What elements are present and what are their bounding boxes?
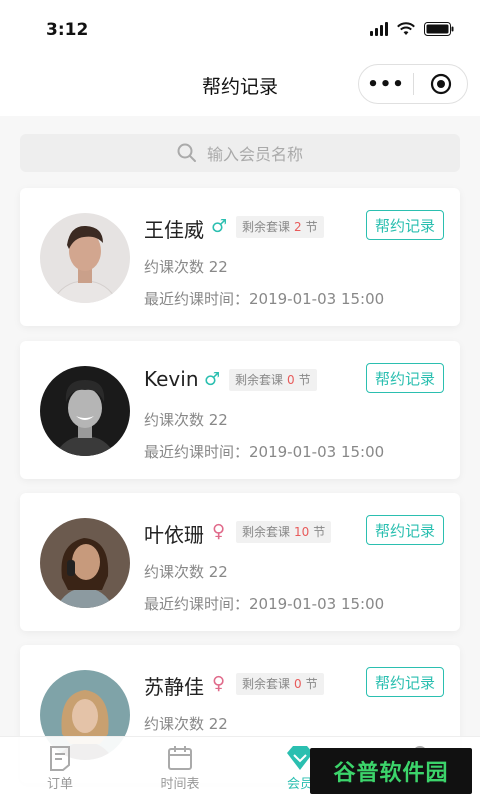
remaining-classes-badge: 剩余套课 0 节 xyxy=(229,369,317,391)
remaining-count: 0 xyxy=(294,677,302,691)
remaining-classes-badge: 剩余套课 2 节 xyxy=(236,216,324,238)
close-button[interactable] xyxy=(414,73,467,95)
order-icon xyxy=(50,746,70,771)
nav-bar: 帮约记录 ••• xyxy=(0,58,480,116)
remaining-classes-badge: 剩余套课 0 节 xyxy=(236,673,324,695)
booking-record-button[interactable]: 帮约记录 xyxy=(366,667,444,697)
more-button[interactable]: ••• xyxy=(359,74,413,95)
remaining-count: 2 xyxy=(294,220,302,234)
remaining-label: 剩余套课 xyxy=(242,220,291,234)
status-bar: 3:12 xyxy=(0,0,480,58)
member-name: 王佳威 xyxy=(144,218,204,242)
calendar-icon xyxy=(168,746,192,770)
remaining-unit: 节 xyxy=(305,220,318,234)
female-icon: ♀ xyxy=(212,673,226,694)
remaining-unit: 节 xyxy=(305,677,318,691)
battery-icon xyxy=(424,22,454,36)
member-name: 叶依珊 xyxy=(144,523,204,547)
remaining-count: 10 xyxy=(294,525,310,539)
booking-count: 约课次数 22 xyxy=(144,258,228,276)
watermark-text: 谷普软件园 xyxy=(333,761,449,786)
signal-icon xyxy=(370,22,388,36)
status-icons xyxy=(370,22,454,36)
last-booking-time: 最近约课时间：2019-01-03 15:00 xyxy=(144,290,385,308)
booking-record-button[interactable]: 帮约记录 xyxy=(366,210,444,240)
status-time: 3:12 xyxy=(46,20,89,40)
avatar xyxy=(40,518,130,608)
remaining-unit: 节 xyxy=(313,525,326,539)
target-icon xyxy=(430,73,451,95)
member-name: 苏静佳 xyxy=(144,675,204,699)
tab-orders[interactable]: 订单 xyxy=(20,743,100,792)
mini-program-capsule: ••• xyxy=(358,64,468,104)
booking-count: 约课次数 22 xyxy=(144,563,228,581)
remaining-label: 剩余套课 xyxy=(235,373,284,387)
booking-record-button[interactable]: 帮约记录 xyxy=(366,515,444,545)
avatar xyxy=(40,213,130,303)
booking-record-button[interactable]: 帮约记录 xyxy=(366,363,444,393)
avatar xyxy=(40,366,130,456)
remaining-label: 剩余套课 xyxy=(242,525,291,539)
tab-label: 订单 xyxy=(46,777,73,792)
male-icon: ♂ xyxy=(204,369,221,390)
search-icon xyxy=(177,143,196,162)
search-placeholder: 输入会员名称 xyxy=(206,145,303,164)
booking-count: 约课次数 22 xyxy=(144,411,228,429)
last-booking-time: 最近约课时间：2019-01-03 15:00 xyxy=(144,595,385,613)
remaining-label: 剩余套课 xyxy=(242,677,291,691)
member-card[interactable]: 王佳威 ♂ 剩余套课 2 节 帮约记录 约课次数 22 最近约课时间：2019-01… xyxy=(20,188,460,326)
remaining-count: 0 xyxy=(287,373,295,387)
member-card[interactable]: 叶依珊 ♀ 剩余套课 10 节 帮约记录 约课次数 22 最近约课时间：2019-0… xyxy=(20,493,460,631)
remaining-unit: 节 xyxy=(298,373,311,387)
last-booking-time: 最近约课时间：2019-01-03 15:00 xyxy=(144,443,385,461)
male-icon: ♂ xyxy=(211,216,228,237)
wifi-icon xyxy=(397,22,415,35)
search-input[interactable]: 输入会员名称 xyxy=(20,134,460,172)
tab-schedule[interactable]: 时间表 xyxy=(140,743,220,792)
booking-count: 约课次数 22 xyxy=(144,715,228,733)
member-name: Kevin xyxy=(144,367,199,391)
remaining-classes-badge: 剩余套课 10 节 xyxy=(236,521,332,543)
tab-label: 时间表 xyxy=(160,777,200,792)
female-icon: ♀ xyxy=(212,521,226,542)
watermark-logo: 谷普软件园 xyxy=(310,748,472,794)
member-card[interactable]: Kevin ♂ 剩余套课 0 节 帮约记录 约课次数 22 最近约课时间：2019-… xyxy=(20,341,460,479)
